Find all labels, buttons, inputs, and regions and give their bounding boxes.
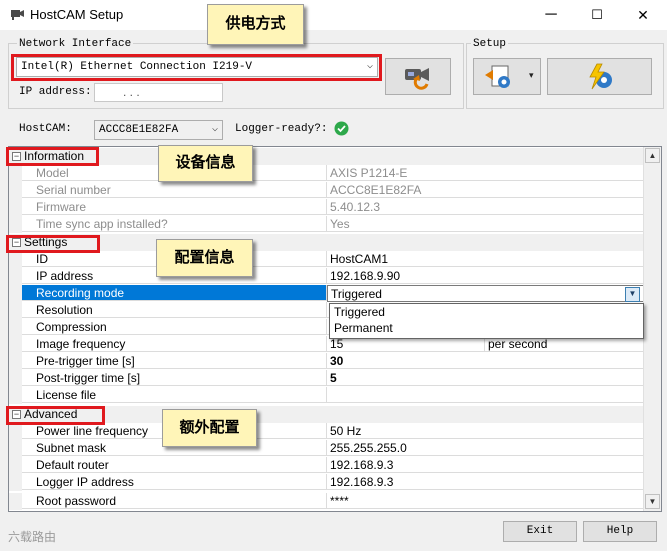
lightning-gear-icon [589, 63, 612, 90]
maximize-button[interactable]: ☐ [574, 0, 620, 30]
minimize-button[interactable]: ─ [528, 0, 574, 30]
property-row[interactable]: Time sync app installed? Yes [9, 216, 644, 233]
exit-button[interactable]: Exit [503, 521, 577, 542]
ip-address-field[interactable]: . . . [94, 83, 223, 102]
help-button[interactable]: Help [583, 521, 657, 542]
property-row-selected[interactable]: Recording mode Triggered ▼ [9, 285, 644, 302]
property-row[interactable]: Model AXIS P1214-E [9, 165, 644, 182]
property-row[interactable]: IP address 192.168.9.90 [9, 268, 644, 285]
vertical-scrollbar[interactable]: ▲ ▼ [643, 147, 661, 511]
property-row[interactable]: Pre-trigger time [s] 30 [9, 353, 644, 370]
category-settings[interactable]: − Settings [9, 234, 644, 251]
highlight-network-interface [11, 54, 382, 81]
highlight-settings [6, 235, 100, 253]
callout-device: 设备信息 [158, 145, 253, 182]
watermark: 六载路由 [8, 530, 57, 544]
chevron-down-icon: ⌵ [211, 124, 218, 135]
callout-extra: 额外配置 [162, 409, 257, 447]
network-camera-icon [405, 68, 429, 90]
highlight-advanced [6, 406, 105, 425]
dropdown-option[interactable]: Permanent [330, 320, 643, 336]
hostcam-value: ACCC8E1E82FA [99, 124, 179, 136]
category-information[interactable]: − Information [9, 148, 644, 165]
apply-settings-button[interactable] [547, 58, 652, 95]
property-row[interactable]: Default router 192.168.9.3 [9, 457, 644, 474]
property-row[interactable]: Serial number ACCC8E1E82FA [9, 182, 644, 199]
callout-power: 供电方式 [207, 4, 304, 45]
recording-mode-select[interactable]: Triggered [327, 285, 644, 302]
import-config-button[interactable]: ▾ [473, 58, 541, 95]
property-row[interactable]: Power line frequency 50 Hz [9, 423, 644, 440]
property-row[interactable]: Subnet mask 255.255.255.0 [9, 440, 644, 457]
property-row[interactable]: License file [9, 387, 644, 404]
hostcam-select[interactable]: ACCC8E1E82FA ⌵ [94, 120, 223, 140]
dropdown-option[interactable]: Triggered [330, 304, 643, 320]
property-row[interactable]: Root password **** [9, 493, 644, 510]
ip-address-label: IP address: [19, 86, 92, 98]
setup-label: Setup [471, 38, 509, 50]
callout-config: 配置信息 [156, 239, 253, 277]
scroll-down-icon[interactable]: ▼ [645, 494, 660, 509]
close-button[interactable]: ✕ [620, 0, 666, 30]
hostcam-label: HostCAM: [19, 123, 72, 135]
recording-mode-dropdown[interactable]: Triggered Permanent [329, 303, 644, 339]
camera-icon [11, 10, 24, 20]
network-interface-label: Network Interface [17, 38, 134, 50]
import-gear-icon [485, 65, 510, 88]
scroll-up-icon[interactable]: ▲ [645, 148, 660, 163]
property-row[interactable]: Post-trigger time [s] 5 [9, 370, 644, 387]
window-title: HostCAM Setup [30, 7, 124, 22]
property-row[interactable]: Logger IP address 192.168.9.3 [9, 474, 644, 491]
chevron-down-icon[interactable]: ▼ [625, 287, 640, 302]
property-row[interactable]: ID HostCAM1 [9, 251, 644, 268]
highlight-information [6, 147, 99, 166]
logger-ready-label: Logger-ready?: [235, 123, 328, 135]
property-row[interactable]: Firmware 5.40.12.3 [9, 199, 644, 216]
network-camera-button[interactable] [385, 58, 451, 95]
check-circle-icon [334, 121, 349, 136]
dropdown-arrow-icon: ▾ [529, 70, 534, 80]
